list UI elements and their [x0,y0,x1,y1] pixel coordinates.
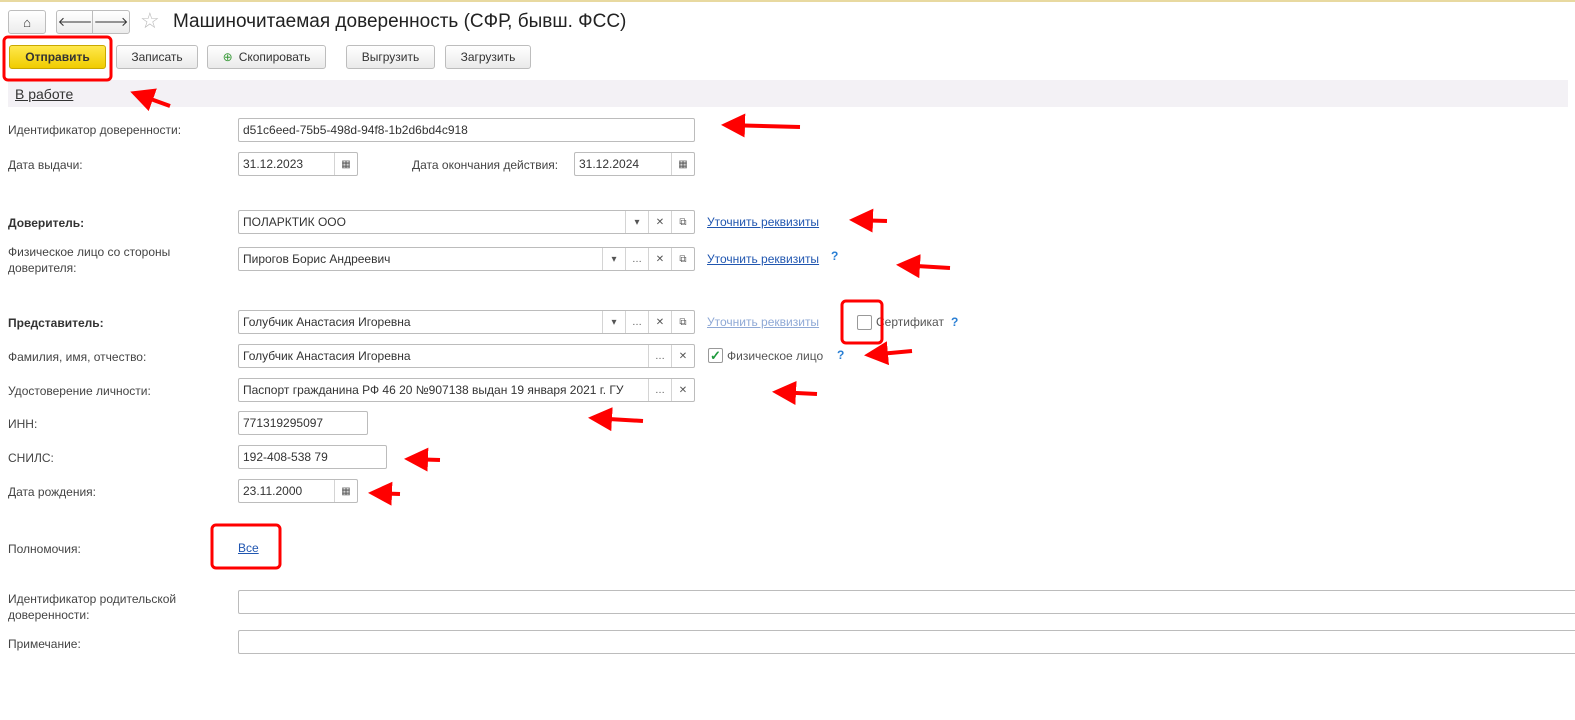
dropdown-icon[interactable]: ▾ [625,211,648,233]
snils-label: СНИЛС: [8,451,54,465]
principal-person-value: Пирогов Борис Андреевич [243,252,391,266]
open-icon[interactable]: ⧉ [671,248,694,270]
favorite-star-icon[interactable]: ☆ [140,8,160,34]
representative-input[interactable]: Голубчик Анастасия Игоревна ▾… ✕ ⧉ [238,310,695,334]
home-icon: ⌂ [23,14,31,30]
representative-value: Голубчик Анастасия Игоревна [243,315,411,329]
copy-icon: ⊕ [222,50,233,64]
copy-button[interactable]: ⊕ Скопировать [207,45,326,69]
clear-icon[interactable]: ✕ [648,311,671,333]
save-button[interactable]: Записать [116,45,198,69]
birth-date-value: 23.11.2000 [243,484,303,498]
calendar-icon[interactable]: ▦ [334,153,357,175]
home-button[interactable]: ⌂ [8,10,46,34]
individual-checkbox[interactable]: ✓ [708,348,723,363]
select-icon[interactable]: … [648,379,671,401]
export-button[interactable]: Выгрузить [346,45,435,69]
note-input[interactable] [238,630,1575,654]
id-doc-input[interactable]: Паспорт гражданина РФ 46 20 №907138 выда… [238,378,695,402]
dropdown-icon[interactable]: ▾ [602,311,625,333]
id-value: d51c6eed-75b5-498d-94f8-1b2d6bd4c918 [243,123,468,137]
principal-input[interactable]: ПОЛАРКТИК ООО ▾ ✕ ⧉ [238,210,695,234]
powers-link[interactable]: Все [238,541,259,555]
issue-date-value: 31.12.2023 [243,157,304,171]
send-button[interactable]: Отправить [9,45,106,69]
calendar-icon[interactable]: ▦ [671,153,694,175]
arrow [896,254,951,279]
birth-date-input[interactable]: 23.11.2000 ▦ [238,479,358,503]
principal-label: Доверитель: [8,216,85,230]
birth-date-label: Дата рождения: [8,485,96,499]
dropdown-icon[interactable]: ▾ [602,248,625,270]
individual-label: Физическое лицо [727,349,824,363]
arrow [864,341,913,366]
select-icon[interactable]: … [625,248,648,270]
fio-input[interactable]: Голубчик Анастасия Игоревна … ✕ [238,344,695,368]
select-icon[interactable]: … [625,311,648,333]
principal-person-label: Физическое лицо со стороны доверителя: [8,245,171,275]
arrow [772,380,818,405]
clear-icon[interactable]: ✕ [671,379,694,401]
inn-label: ИНН: [8,417,38,431]
arrow [404,447,441,472]
forward-button[interactable]: 🡒 [92,10,130,34]
status-link[interactable]: В работе [15,86,73,102]
help-icon[interactable]: ? [837,348,844,362]
issue-date-label: Дата выдачи: [8,158,83,172]
snils-input[interactable]: 192-408-538 79 [238,445,387,469]
certificate-checkbox[interactable] [857,315,872,330]
checkmark-icon: ✓ [710,347,721,363]
principal-value: ПОЛАРКТИК ООО [243,215,346,229]
open-icon[interactable]: ⧉ [671,311,694,333]
arrow-right-icon: 🡒 [93,14,129,29]
note-label: Примечание: [8,637,81,651]
powers-label: Полномочия: [8,542,81,556]
principal-person-refine-link[interactable]: Уточнить реквизиты [707,252,819,266]
representative-label: Представитель: [8,316,104,330]
representative-refine-link[interactable]: Уточнить реквизиты [707,315,819,329]
inn-value: 771319295097 [243,416,324,430]
end-date-input[interactable]: 31.12.2024 ▦ [574,152,695,176]
arrow-left-icon: 🡐 [57,14,93,29]
select-icon[interactable]: … [648,345,671,367]
principal-refine-link[interactable]: Уточнить реквизиты [707,215,819,229]
page-title: Машиночитаемая доверенность (СФР, бывш. … [173,11,627,32]
id-doc-label: Удостоверение личности: [8,384,151,398]
open-icon[interactable]: ⧉ [671,211,694,233]
copy-label: Скопировать [238,50,311,64]
id-doc-value: Паспорт гражданина РФ 46 20 №907138 выда… [243,383,624,397]
end-date-value: 31.12.2024 [579,157,640,171]
inn-input[interactable]: 771319295097 [238,411,368,435]
arrow [588,407,644,432]
parent-id-input[interactable] [238,590,1575,614]
fio-value: Голубчик Анастасия Игоревна [243,349,411,363]
help-icon[interactable]: ? [951,315,958,329]
parent-id-label: Идентификатор родительской доверенности: [8,592,177,622]
snils-value: 192-408-538 79 [243,450,328,464]
status-bar: В работе [8,80,1568,107]
id-input[interactable]: d51c6eed-75b5-498d-94f8-1b2d6bd4c918 [238,118,695,142]
help-icon[interactable]: ? [831,249,838,263]
id-label: Идентификатор доверенности: [8,123,182,137]
calendar-icon[interactable]: ▦ [334,480,357,502]
issue-date-input[interactable]: 31.12.2023 ▦ [238,152,358,176]
import-button[interactable]: Загрузить [445,45,531,69]
clear-icon[interactable]: ✕ [671,345,694,367]
clear-icon[interactable]: ✕ [648,248,671,270]
principal-person-input[interactable]: Пирогов Борис Андреевич ▾… ✕ ⧉ [238,247,695,271]
arrow [849,208,888,233]
back-button[interactable]: 🡐 [56,10,94,34]
end-date-label: Дата окончания действия: [412,158,559,172]
certificate-label: Сертификат [876,315,944,329]
arrow [368,481,401,506]
arrow [721,113,801,138]
clear-icon[interactable]: ✕ [648,211,671,233]
fio-label: Фамилия, имя, отчество: [8,350,147,364]
top-border [0,0,1575,2]
